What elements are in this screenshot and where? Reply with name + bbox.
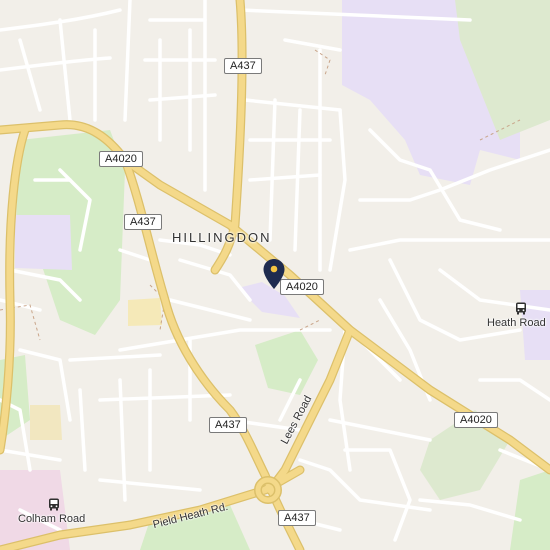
road-shield-a4020: A4020	[280, 279, 324, 295]
place-heath-road[interactable]: Heath Road	[487, 302, 546, 329]
place-label: Colham Road	[18, 513, 86, 525]
park-area	[510, 470, 550, 550]
road-shield-a437: A437	[209, 417, 247, 433]
map-marker-icon[interactable]	[262, 258, 286, 295]
area-label-hillingdon: HILLINGDON	[172, 230, 272, 245]
bus-icon	[48, 498, 60, 511]
road-shield-a4020: A4020	[99, 151, 143, 167]
map-view[interactable]: A437 A4020 A437 A4020 A437 A4020 A437 HI…	[0, 0, 550, 550]
place-label: Heath Road	[487, 317, 546, 329]
park-area	[128, 298, 162, 326]
bus-icon	[515, 302, 527, 315]
place-colham-road[interactable]: Colham Road	[18, 498, 85, 525]
park-area	[30, 405, 62, 440]
institution-area	[15, 215, 72, 270]
road-shield-a437: A437	[224, 58, 262, 74]
road-shield-a437: A437	[124, 214, 162, 230]
road-shield-a4020: A4020	[454, 412, 498, 428]
road-shield-a437: A437	[278, 510, 316, 526]
park-area	[255, 330, 318, 395]
